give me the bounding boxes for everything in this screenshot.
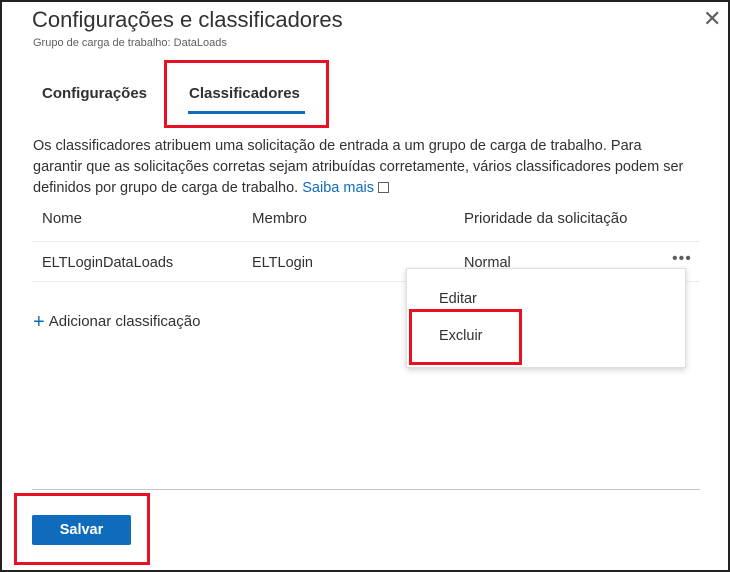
dialog-subtitle: Grupo de carga de trabalho: DataLoads [33, 37, 227, 49]
row-name: ELTLoginDataLoads [42, 255, 174, 271]
plus-icon: + [33, 311, 45, 333]
dialog-title: Configurações e classificadores [32, 7, 343, 32]
row-member: ELTLogin [252, 255, 313, 271]
external-link-icon [378, 182, 390, 193]
header-divider [32, 241, 700, 242]
menu-item-editar[interactable]: Editar [439, 291, 477, 307]
add-classification-label: Adicionar classificação [48, 313, 201, 330]
learn-more-link[interactable]: Saiba mais [302, 180, 390, 196]
description: Os classificadores atribuem uma solicita… [33, 136, 693, 199]
highlight-box-excluir [409, 309, 522, 365]
highlight-box-tab [164, 60, 329, 128]
learn-more-label: Saiba mais [302, 180, 374, 196]
add-classification-button[interactable]: + Adicionar classificação [33, 311, 200, 334]
highlight-box-save [14, 493, 150, 565]
column-header-name: Nome [42, 210, 83, 227]
close-icon[interactable]: ✕ [703, 6, 721, 32]
footer-divider [32, 489, 700, 490]
column-header-member: Membro [252, 210, 308, 227]
more-options-icon[interactable]: ••• [672, 250, 692, 268]
column-header-priority: Prioridade da solicitação [464, 210, 628, 227]
tab-configuracoes[interactable]: Configurações [42, 85, 147, 102]
